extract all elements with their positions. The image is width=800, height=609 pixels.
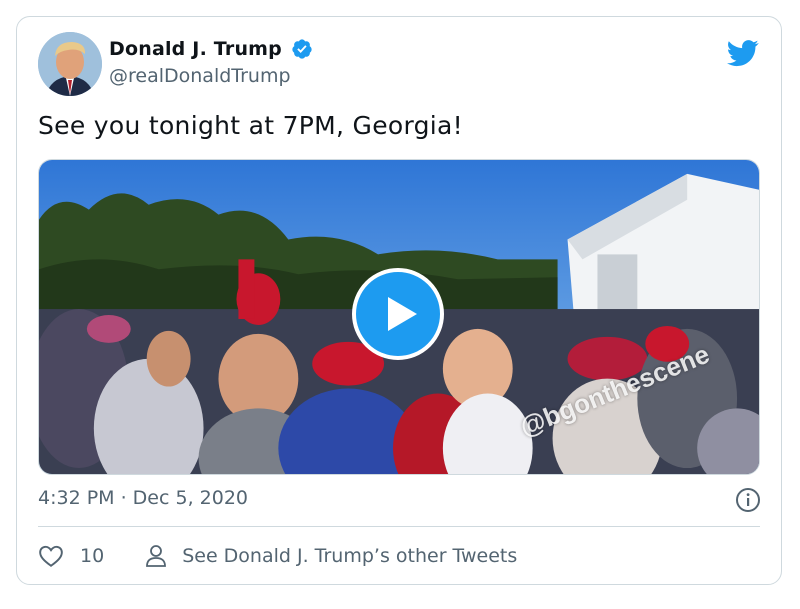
heart-icon [39, 545, 63, 567]
author-handle[interactable]: @realDonaldTrump [109, 65, 291, 87]
avatar-image [38, 32, 102, 96]
other-tweets-label: See Donald J. Trump’s other Tweets [182, 545, 518, 567]
author-name[interactable]: Donald J. Trump [109, 38, 282, 60]
tweet-timestamp[interactable]: 4:32 PM · Dec 5, 2020 [38, 487, 248, 509]
person-icon [146, 545, 167, 567]
author-avatar[interactable] [38, 32, 102, 96]
video-player[interactable]: @bgonthescene [38, 159, 760, 475]
twitter-bird-icon[interactable] [727, 37, 759, 69]
play-icon [388, 297, 417, 331]
like-button[interactable]: 10 [38, 543, 104, 569]
actions-divider [38, 526, 760, 527]
like-count: 10 [80, 545, 105, 567]
play-button[interactable] [352, 268, 444, 360]
tweet-card[interactable]: Donald J. Trump @realDonaldTrump See you… [16, 16, 782, 585]
verified-badge-icon [292, 39, 312, 59]
info-icon[interactable] [735, 487, 761, 513]
other-tweets-link[interactable]: See Donald J. Trump’s other Tweets [144, 543, 517, 569]
tweet-text: See you tonight at 7PM, Georgia! [38, 111, 463, 140]
tweet-actions: 10 See Donald J. Trump’s other Tweets [38, 541, 517, 571]
